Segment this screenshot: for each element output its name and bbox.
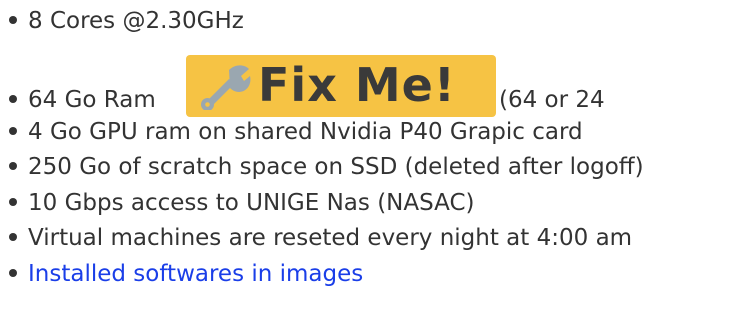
item-text: 4 Go GPU ram on shared Nvidia P40 Grapic… [28, 119, 583, 145]
item-text: 10 Gbps access to UNIGE Nas (NASAC) [28, 190, 475, 216]
list-item-reset: Virtual machines are reseted every night… [9, 222, 632, 254]
item-text: Virtual machines are reseted every night… [28, 225, 633, 251]
list-item-scratch: 250 Go of scratch space on SSD (deleted … [9, 151, 644, 183]
bullet [9, 126, 17, 135]
list-item-gpu: 4 Go GPU ram on shared Nvidia P40 Grapic… [9, 116, 583, 148]
fixme-badge: Fix Me! [186, 55, 496, 117]
fixme-label: Fix Me! [258, 58, 456, 112]
list-item-ram: 64 Go Ram Fix Me! (64 or 24 [9, 55, 605, 117]
list-item-cores: 8 Cores @2.30GHz [9, 5, 244, 37]
installed-software-link[interactable]: Installed softwares in images [28, 261, 363, 287]
item-text: 64 Go Ram [28, 87, 156, 113]
bullet [9, 161, 17, 170]
list-item-software: Installed softwares in images [9, 258, 363, 290]
bullet [9, 232, 17, 241]
list-item-network: 10 Gbps access to UNIGE Nas (NASAC) [9, 187, 475, 219]
bullet [9, 268, 17, 277]
bullet [9, 197, 17, 206]
bullet [9, 94, 17, 103]
wrench-icon [201, 65, 251, 110]
item-text: 250 Go of scratch space on SSD (deleted … [28, 154, 644, 180]
item-text: 8 Cores @2.30GHz [28, 8, 244, 34]
item-text-after: (64 or 24 [499, 87, 605, 113]
bullet [9, 15, 17, 24]
